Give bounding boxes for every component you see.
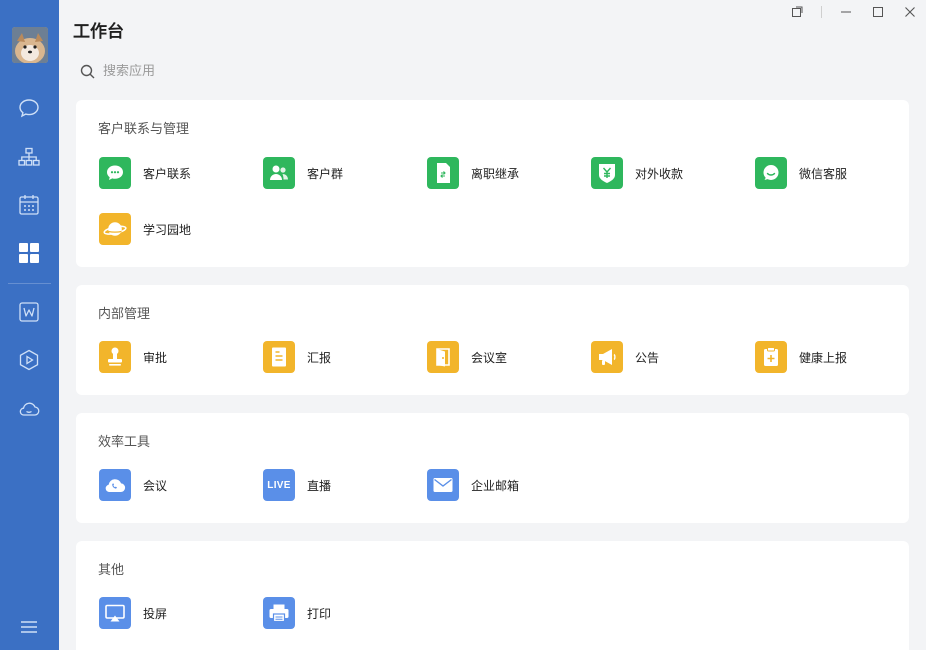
section-internal-management: 内部管理 审批 汇报 会议室 公告 健康上报: [76, 285, 909, 395]
app-meeting[interactable]: 会议: [99, 469, 167, 501]
health-clipboard-icon: [755, 341, 787, 373]
app-external-payment[interactable]: 对外收款: [591, 157, 683, 189]
planet-icon: [99, 213, 131, 245]
app-label: 会议室: [471, 350, 508, 365]
org-chart-icon[interactable]: [17, 145, 41, 169]
app-approval[interactable]: 审批: [99, 341, 167, 373]
chat-icon[interactable]: [17, 96, 41, 120]
workbench-grid-icon[interactable]: [17, 241, 41, 265]
app-resign-inherit[interactable]: 离职继承: [427, 157, 519, 189]
app-label: 客户联系: [143, 166, 192, 181]
app-label: 直播: [307, 478, 332, 493]
app-learning-garden[interactable]: 学习园地: [99, 213, 191, 245]
app-label: 企业邮箱: [471, 478, 520, 493]
section-efficiency-tools: 效率工具 会议 LIVE 直播 企业邮箱: [76, 413, 909, 523]
avatar[interactable]: [12, 27, 48, 63]
app-label: 客户群: [307, 166, 344, 181]
app-announcement[interactable]: 公告: [591, 341, 659, 373]
app-label: 投屏: [143, 606, 168, 621]
app-live[interactable]: LIVE 直播: [263, 469, 331, 501]
search-bar[interactable]: [80, 60, 380, 82]
window-controls-divider: [821, 6, 822, 18]
section-title: 效率工具: [98, 435, 151, 450]
app-label: 学习园地: [143, 222, 192, 237]
megaphone-icon: [591, 341, 623, 373]
live-badge: LIVE: [267, 479, 291, 491]
app-meeting-room[interactable]: 会议室: [427, 341, 507, 373]
app-customer-contact[interactable]: 客户联系: [99, 157, 191, 189]
close-icon[interactable]: [901, 4, 919, 20]
section-customer-management: 客户联系与管理 客户联系 客户群 离职继承 对外收款 微信客服 学习园地: [76, 100, 909, 267]
live-icon: LIVE: [263, 469, 295, 501]
section-title: 内部管理: [98, 307, 151, 322]
cloud-phone-icon: [99, 469, 131, 501]
screen-cast-icon: [99, 597, 131, 629]
app-label: 离职继承: [471, 166, 520, 181]
app-label: 汇报: [307, 350, 332, 365]
wechat-service-icon: [755, 157, 787, 189]
avatar-image: [12, 27, 48, 63]
resign-inherit-icon: [427, 157, 459, 189]
pin-window-icon[interactable]: [788, 4, 806, 20]
app-customer-group[interactable]: 客户群: [263, 157, 343, 189]
app-label: 会议: [143, 478, 168, 493]
calendar-icon[interactable]: [17, 193, 41, 217]
search-icon: [80, 64, 95, 78]
document-w-icon[interactable]: [17, 300, 41, 324]
section-others: 其他 投屏 打印: [76, 541, 909, 650]
report-document-icon: [263, 341, 295, 373]
section-title: 客户联系与管理: [98, 122, 190, 137]
sidebar: [0, 0, 59, 650]
app-label: 公告: [635, 350, 660, 365]
app-screen-cast[interactable]: 投屏: [99, 597, 167, 629]
page-title: 工作台: [73, 22, 124, 42]
wechat-chat-icon: [99, 157, 131, 189]
section-title: 其他: [98, 563, 125, 578]
app-label: 微信客服: [799, 166, 848, 181]
minimize-icon[interactable]: [837, 4, 855, 20]
app-print[interactable]: 打印: [263, 597, 331, 629]
app-label: 打印: [307, 606, 332, 621]
app-report[interactable]: 汇报: [263, 341, 331, 373]
app-wechat-service[interactable]: 微信客服: [755, 157, 847, 189]
hexagon-play-icon[interactable]: [17, 348, 41, 372]
app-health-report[interactable]: 健康上报: [755, 341, 847, 373]
maximize-icon[interactable]: [869, 4, 887, 20]
search-input[interactable]: [103, 63, 343, 79]
cloud-icon[interactable]: [17, 396, 41, 420]
mail-icon: [427, 469, 459, 501]
app-label: 对外收款: [635, 166, 684, 181]
sidebar-divider: [8, 283, 51, 284]
stamp-icon: [99, 341, 131, 373]
customer-group-icon: [263, 157, 295, 189]
yuan-shield-icon: [591, 157, 623, 189]
printer-icon: [263, 597, 295, 629]
app-enterprise-mail[interactable]: 企业邮箱: [427, 469, 519, 501]
door-icon: [427, 341, 459, 373]
menu-icon[interactable]: [17, 615, 41, 639]
app-label: 审批: [143, 350, 168, 365]
app-label: 健康上报: [799, 350, 848, 365]
